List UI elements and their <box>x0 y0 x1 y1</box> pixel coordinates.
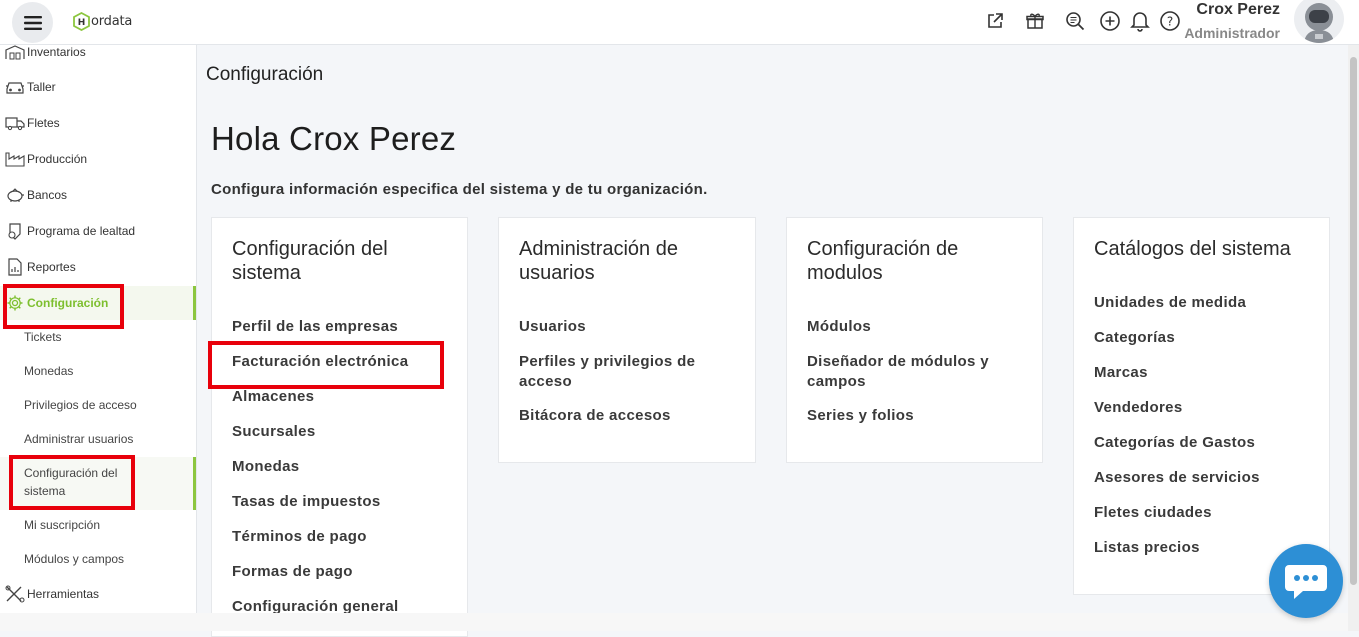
logo[interactable]: H ordata <box>73 12 132 31</box>
link-marcas[interactable]: Marcas <box>1094 363 1148 383</box>
gear-icon <box>3 293 27 313</box>
sidebar-item-label: Producción <box>27 152 88 166</box>
page-subtitle: Configura información especifica del sis… <box>211 181 708 198</box>
link-tasas-impuestos[interactable]: Tasas de impuestos <box>232 492 381 512</box>
link-fletes-ciudades[interactable]: Fletes ciudades <box>1094 503 1212 523</box>
tools-icon <box>3 584 27 604</box>
sidebar-item-label: Bancos <box>27 188 68 202</box>
svg-text:H: H <box>78 18 86 28</box>
factory-icon <box>3 149 27 169</box>
link-series-folios[interactable]: Series y folios <box>807 406 914 426</box>
link-vendedores[interactable]: Vendedores <box>1094 398 1183 418</box>
truck-icon <box>3 113 27 133</box>
link-perfil-empresas[interactable]: Perfil de las empresas <box>232 317 398 337</box>
avatar[interactable] <box>1294 0 1344 43</box>
link-facturacion-electronica[interactable]: Facturación electrónica <box>232 352 408 372</box>
user-role: Administrador <box>1184 25 1280 41</box>
notifications-button[interactable] <box>1128 9 1152 33</box>
sidebar-item-configuracion[interactable]: Configuración <box>0 286 196 320</box>
sidebar-item-label: Fletes <box>27 116 60 130</box>
user-name: Crox Perez <box>1196 1 1280 18</box>
sidebar-item-reportes[interactable]: Reportes <box>0 250 196 284</box>
plus-circle-icon <box>1100 11 1120 31</box>
report-icon <box>3 257 27 277</box>
submenu-item-administrar-usuarios[interactable]: Administrar usuarios <box>0 430 196 448</box>
sidebar-item-taller[interactable]: Taller <box>0 70 196 104</box>
bottom-bar <box>0 613 1348 631</box>
submenu-item-mi-suscripcion[interactable]: Mi suscripción <box>0 516 196 534</box>
sidebar-item-label: Inventarios <box>27 45 86 59</box>
submenu-item-configuracion-del-sistema[interactable]: Configuración del sistema <box>0 457 196 510</box>
link-usuarios[interactable]: Usuarios <box>519 317 586 337</box>
page-title: Configuración <box>206 64 324 85</box>
sidebar-item-label: Programa de lealtad <box>27 224 136 238</box>
sidebar-item-fletes[interactable]: Fletes <box>0 106 196 140</box>
chat-bubble-icon <box>1285 565 1327 599</box>
hamburger-menu-button[interactable] <box>12 2 53 43</box>
sidebar: Inventarios Taller Fletes Producción Ban… <box>0 45 197 613</box>
chat-button[interactable] <box>1269 544 1343 618</box>
hamburger-icon <box>23 15 42 30</box>
link-formas-pago[interactable]: Formas de pago <box>232 562 353 582</box>
warehouse-icon <box>3 45 27 62</box>
sidebar-item-label: Reportes <box>27 260 76 274</box>
link-listas-precios[interactable]: Listas precios <box>1094 538 1200 558</box>
external-link-button[interactable] <box>983 9 1007 33</box>
link-categorias-gastos[interactable]: Categorías de Gastos <box>1094 433 1255 453</box>
card-title: Configuración del sistema <box>232 238 388 284</box>
card-configuracion-modulos: Configuración de modulos Módulos Diseñad… <box>786 217 1043 463</box>
external-link-icon <box>988 13 1003 28</box>
vertical-scrollbar[interactable] <box>1348 45 1359 631</box>
sidebar-item-label: Taller <box>27 80 56 94</box>
top-bar: H ordata ? Crox Perez Administrador <box>0 0 1359 45</box>
link-sucursales[interactable]: Sucursales <box>232 422 316 442</box>
logo-text: ordata <box>91 14 133 29</box>
sidebar-item-produccion[interactable]: Producción <box>0 142 196 176</box>
loyalty-icon <box>3 221 27 241</box>
help-icon: ? <box>1160 11 1180 31</box>
link-terminos-pago[interactable]: Términos de pago <box>232 527 367 547</box>
card-title: Configuración de modulos <box>807 238 959 284</box>
bell-icon <box>1130 12 1150 32</box>
car-icon <box>3 77 27 97</box>
scrollbar-thumb[interactable] <box>1350 57 1357 585</box>
gift-icon <box>1026 13 1044 29</box>
link-bitacora-accesos[interactable]: Bitácora de accesos <box>519 406 671 426</box>
sidebar-item-herramientas[interactable]: Herramientas <box>0 577 196 611</box>
greeting-heading: Hola Crox Perez <box>211 120 457 157</box>
submenu-item-modulos-y-campos[interactable]: Módulos y campos <box>0 550 196 568</box>
card-title: Catálogos del sistema <box>1094 238 1291 260</box>
sidebar-item-inventarios[interactable]: Inventarios <box>0 45 196 69</box>
link-modulos[interactable]: Módulos <box>807 317 871 337</box>
piggy-bank-icon <box>3 185 27 205</box>
add-button[interactable] <box>1098 9 1122 33</box>
link-asesores-servicios[interactable]: Asesores de servicios <box>1094 468 1260 488</box>
link-almacenes[interactable]: Almacenes <box>232 387 314 407</box>
user-info[interactable]: Crox Perez Administrador <box>1180 0 1280 41</box>
sidebar-item-label: Herramientas <box>27 587 100 601</box>
card-configuracion-del-sistema: Configuración del sistema Perfil de las … <box>211 217 468 637</box>
card-catalogos-sistema: Catálogos del sistema Unidades de medida… <box>1073 217 1330 595</box>
sidebar-item-label: Configuración <box>27 296 109 310</box>
card-administracion-usuarios: Administración de usuarios Usuarios Perf… <box>498 217 756 463</box>
link-monedas[interactable]: Monedas <box>232 457 299 477</box>
link-unidades-medida[interactable]: Unidades de medida <box>1094 293 1246 313</box>
submenu-item-privilegios[interactable]: Privilegios de acceso <box>0 396 196 414</box>
link-perfiles-privilegios[interactable]: Perfiles y privilegios de acceso <box>519 352 719 391</box>
help-button[interactable]: ? <box>1158 9 1182 33</box>
submenu-item-tickets[interactable]: Tickets <box>0 328 196 346</box>
svg-text:?: ? <box>1167 15 1173 29</box>
search-list-button[interactable] <box>1063 9 1087 33</box>
astronaut-avatar-icon <box>1304 3 1334 43</box>
card-title: Administración de usuarios <box>519 238 678 284</box>
sidebar-item-programa-de-lealtad[interactable]: Programa de lealtad <box>0 214 196 248</box>
search-list-icon <box>1066 12 1085 31</box>
gift-button[interactable] <box>1023 9 1047 33</box>
link-categorias[interactable]: Categorías <box>1094 328 1175 348</box>
link-disenador-modulos[interactable]: Diseñador de módulos y campos <box>807 352 1017 391</box>
logo-mark-icon: H <box>73 12 90 31</box>
submenu-item-monedas[interactable]: Monedas <box>0 362 196 380</box>
sidebar-item-bancos[interactable]: Bancos <box>0 178 196 212</box>
